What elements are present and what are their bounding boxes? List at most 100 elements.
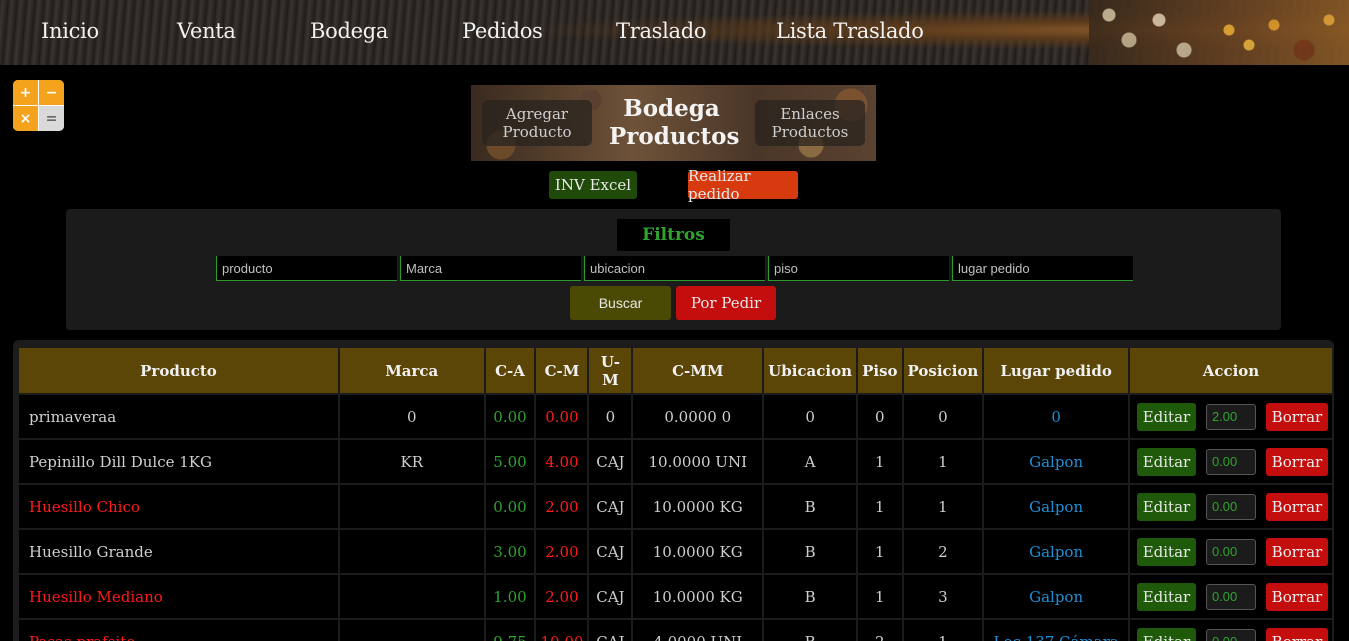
cell-um: CAJ <box>589 575 632 618</box>
table-body: primaveraa00.000.0000.0000 00000EditarBo… <box>19 395 1332 641</box>
inv-excel-button[interactable]: INV Excel <box>549 171 637 199</box>
delete-button[interactable]: Borrar <box>1265 402 1328 431</box>
cell-um: CAJ <box>589 485 632 528</box>
row-actions: Editar Borrar <box>1134 582 1328 611</box>
cell-accion: Editar Borrar <box>1129 575 1332 618</box>
cell-lugar-pedido[interactable]: Galpon <box>984 530 1128 573</box>
cell-cmm: 0.0000 0 <box>633 395 763 438</box>
cell-ca: 3.00 <box>485 530 535 573</box>
edit-button[interactable]: Editar <box>1136 582 1196 611</box>
cell-ubicacion: B <box>764 530 857 573</box>
page-title: Bodega Productos <box>609 95 740 150</box>
cell-ca: 0.00 <box>485 485 535 528</box>
header-um[interactable]: U-M <box>589 348 632 393</box>
cell-cm: 2.00 <box>536 530 588 573</box>
quantity-input[interactable] <box>1205 538 1256 565</box>
cell-cmm: 10.0000 KG <box>633 575 763 618</box>
quantity-input[interactable] <box>1205 448 1256 475</box>
delete-button[interactable]: Borrar <box>1265 447 1328 476</box>
filter-piso-input[interactable] <box>768 256 949 281</box>
place-order-button[interactable]: Realizar pedido <box>688 167 798 203</box>
edit-button[interactable]: Editar <box>1136 537 1196 566</box>
delete-button[interactable]: Borrar <box>1265 582 1328 611</box>
calculator-icon[interactable]: + − × = <box>13 80 64 131</box>
search-button[interactable]: Buscar <box>570 286 671 320</box>
filter-producto-input[interactable] <box>216 256 397 281</box>
products-table: Producto Marca C-A C-M U-M C-MM Ubicacio… <box>17 346 1334 641</box>
nav-venta[interactable]: Venta <box>177 19 236 43</box>
minus-icon: − <box>39 80 64 105</box>
cell-posicion: 3 <box>903 575 983 618</box>
cell-accion: Editar Borrar <box>1129 485 1332 528</box>
delete-button[interactable]: Borrar <box>1265 492 1328 521</box>
edit-button[interactable]: Editar <box>1136 447 1196 476</box>
table-header-row: Producto Marca C-A C-M U-M C-MM Ubicacio… <box>19 348 1332 393</box>
cell-marca <box>339 620 484 641</box>
header-posicion[interactable]: Posicion <box>903 348 983 393</box>
product-links-button[interactable]: Enlaces Productos <box>755 100 865 146</box>
cell-lugar-pedido[interactable]: Loc 137 Cámara <box>984 620 1128 641</box>
header-cm[interactable]: C-M <box>536 348 588 393</box>
cell-ubicacion: B <box>764 575 857 618</box>
cell-marca: KR <box>339 440 484 483</box>
table-row: Huesillo Mediano 1.00 2.00 CAJ 10.0000 KG B 1 3… <box>19 575 1332 618</box>
edit-button[interactable]: Editar <box>1136 492 1196 521</box>
equals-icon: = <box>39 106 64 131</box>
nav-bodega[interactable]: Bodega <box>310 19 388 43</box>
cell-lugar-pedido[interactable]: 0 <box>984 395 1128 438</box>
add-product-button[interactable]: Agregar Producto <box>482 100 592 146</box>
nav-lista-traslado[interactable]: Lista Traslado <box>776 19 924 43</box>
cell-ubicacion: B <box>764 485 857 528</box>
edit-button[interactable]: Editar <box>1136 627 1196 641</box>
cell-piso: 2 <box>858 620 902 641</box>
header-producto[interactable]: Producto <box>19 348 338 393</box>
cell-accion: Editar Borrar <box>1129 395 1332 438</box>
nav-traslado[interactable]: Traslado <box>616 19 707 43</box>
filters-panel: Filtros Buscar Por Pedir <box>66 209 1281 330</box>
cell-producto: Huesillo Chico <box>19 485 338 528</box>
cell-ca: 5.00 <box>485 440 535 483</box>
cell-posicion: 1 <box>903 620 983 641</box>
edit-button[interactable]: Editar <box>1136 402 1196 431</box>
cell-ca: 1.00 <box>485 575 535 618</box>
cell-posicion: 1 <box>903 485 983 528</box>
header-ubicacion[interactable]: Ubicacion <box>764 348 857 393</box>
cell-lugar-pedido[interactable]: Galpon <box>984 575 1128 618</box>
cell-lugar-pedido[interactable]: Galpon <box>984 485 1128 528</box>
quantity-input[interactable] <box>1205 583 1256 610</box>
cell-marca <box>339 530 484 573</box>
cell-producto: Pepinillo Dill Dulce 1KG <box>19 440 338 483</box>
row-actions: Editar Borrar <box>1134 537 1328 566</box>
nav-inicio[interactable]: Inicio <box>41 19 99 43</box>
cell-lugar-pedido[interactable]: Galpon <box>984 440 1128 483</box>
cell-um: CAJ <box>589 620 632 641</box>
cell-ca: 0.00 <box>485 395 535 438</box>
table-row: Huesillo Chico 0.00 2.00 CAJ 10.0000 KG B 1 1 Ga… <box>19 485 1332 528</box>
filter-marca-input[interactable] <box>400 256 581 281</box>
quantity-input[interactable] <box>1205 493 1256 520</box>
row-actions: Editar Borrar <box>1134 447 1328 476</box>
cell-cmm: 10.0000 KG <box>633 530 763 573</box>
cell-piso: 1 <box>858 440 902 483</box>
quantity-input[interactable] <box>1205 628 1256 641</box>
filter-ubicacion-input[interactable] <box>584 256 765 281</box>
header-cmm[interactable]: C-MM <box>633 348 763 393</box>
nav-pedidos[interactable]: Pedidos <box>462 19 543 43</box>
header-lugar-pedido[interactable]: Lugar pedido <box>984 348 1128 393</box>
delete-button[interactable]: Borrar <box>1265 537 1328 566</box>
cell-piso: 1 <box>858 575 902 618</box>
header-marca[interactable]: Marca <box>339 348 484 393</box>
cell-ubicacion: 0 <box>764 395 857 438</box>
filter-lugar-pedido-input[interactable] <box>952 256 1133 281</box>
table-row: Pasas prafsito 9.7510.00CAJ4.0000 UNIB21L… <box>19 620 1332 641</box>
cell-ca: 9.75 <box>485 620 535 641</box>
por-pedir-button[interactable]: Por Pedir <box>676 286 776 320</box>
cell-producto: Pasas prafsito <box>19 620 338 641</box>
delete-button[interactable]: Borrar <box>1265 627 1328 641</box>
header-ca[interactable]: C-A <box>485 348 535 393</box>
header-piso[interactable]: Piso <box>858 348 902 393</box>
cell-cm: 2.00 <box>536 485 588 528</box>
header-background-image <box>1089 0 1349 65</box>
quantity-input[interactable] <box>1205 403 1256 430</box>
cell-accion: Editar Borrar <box>1129 440 1332 483</box>
